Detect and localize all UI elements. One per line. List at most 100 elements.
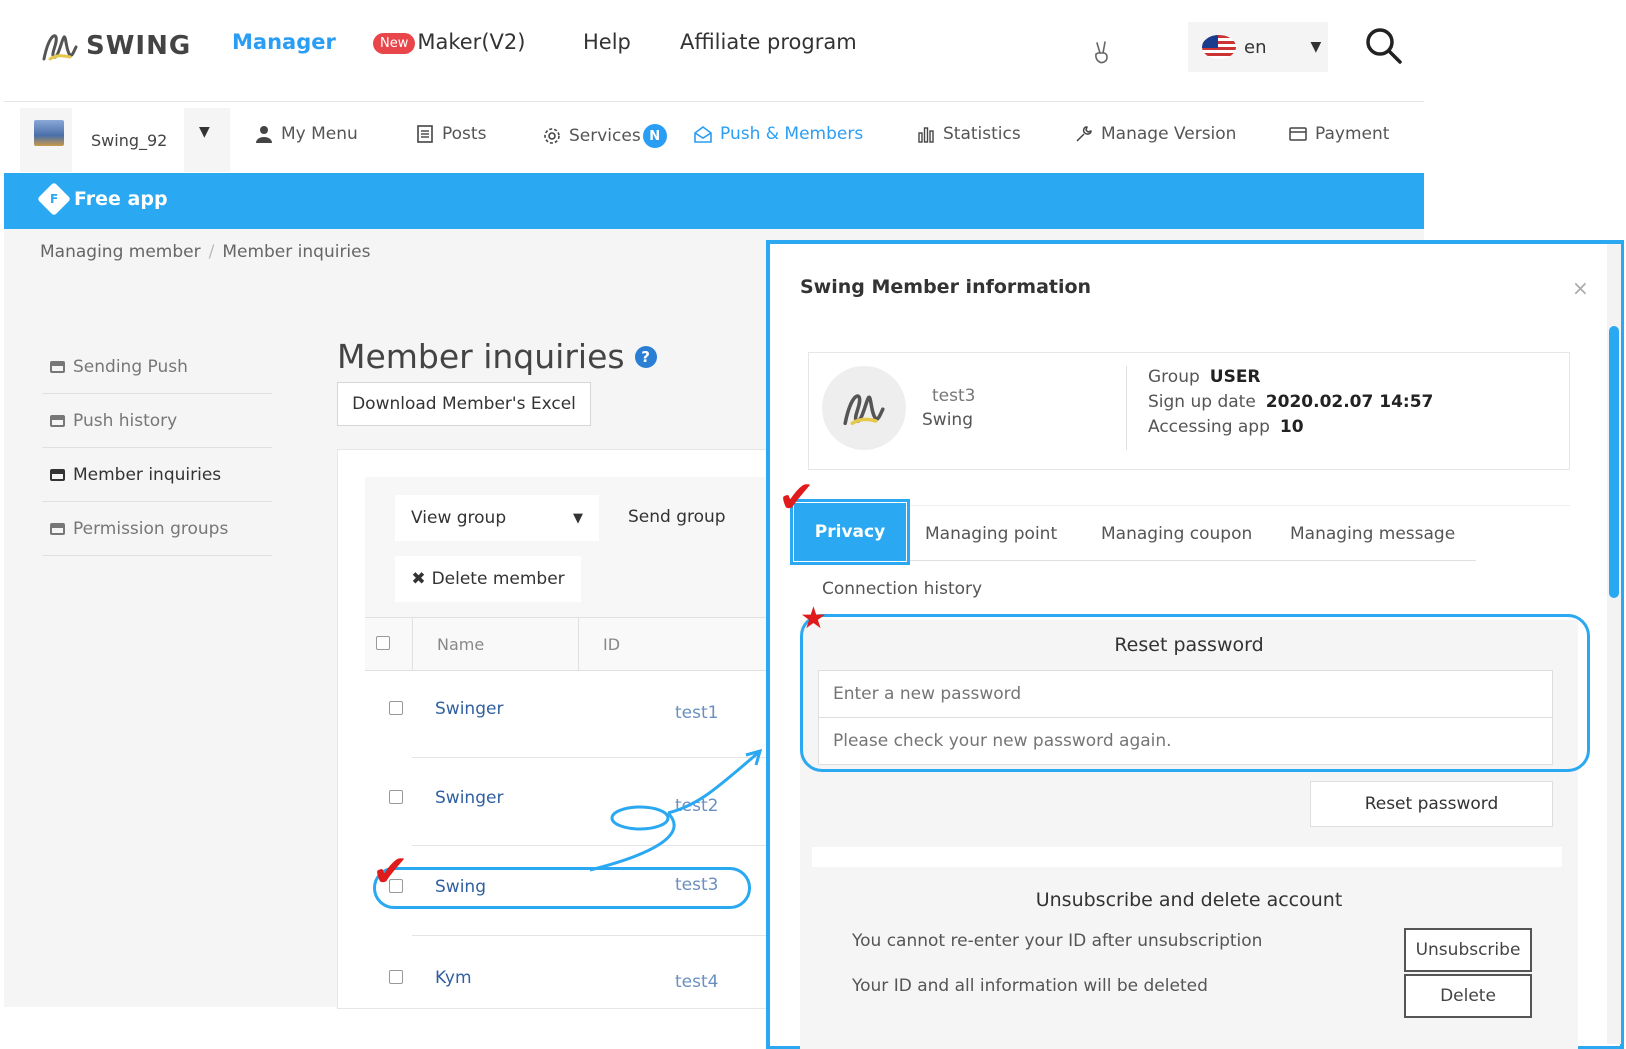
sidebar-item-sending-push[interactable]: Sending Push — [42, 340, 272, 394]
group-label: Group — [1148, 367, 1200, 387]
modal-title: Swing Member information — [800, 276, 1092, 298]
swing-logo-icon — [843, 394, 885, 426]
us-flag-icon — [1202, 35, 1236, 59]
language-label: en — [1244, 36, 1267, 58]
sidebar-item-member-inquiries[interactable]: Member inquiries — [42, 448, 272, 502]
nav-manager[interactable]: Manager — [232, 30, 336, 54]
subnav-services[interactable]: Services N — [543, 124, 667, 148]
unsubscribe-button[interactable]: Unsubscribe — [1404, 928, 1532, 972]
unsubscribe-heading: Unsubscribe and delete account — [1035, 889, 1343, 911]
access-value: 10 — [1279, 417, 1304, 437]
reset-password-button[interactable]: Reset password — [1310, 781, 1553, 827]
tab-managing-coupon[interactable]: Managing coupon — [1101, 524, 1252, 544]
new-badge: New — [373, 32, 416, 54]
free-app-label: F Free app — [37, 182, 168, 216]
subnav-statistics-label: Statistics — [943, 124, 1021, 144]
tab-managing-point[interactable]: Managing point — [925, 524, 1057, 544]
unsubscribe-note-2: Your ID and all information will be dele… — [852, 976, 1208, 996]
chevron-down-icon: ▼ — [1310, 39, 1322, 55]
app-name: Swing_92 — [91, 131, 168, 150]
page-title: Member inquiries ? — [337, 337, 657, 376]
subnav-push-members[interactable]: Push & Members — [694, 124, 863, 144]
view-group-dropdown[interactable]: View group ▼ — [395, 495, 599, 541]
delete-button[interactable]: Delete — [1404, 974, 1532, 1018]
modal-scrollbar-thumb[interactable] — [1609, 326, 1619, 598]
logo-text: SWING — [86, 31, 192, 61]
member-signup-date: Sign up date 2020.02.07 14:57 — [1148, 392, 1433, 412]
row-name[interactable]: Kym — [435, 968, 472, 988]
row-id[interactable]: test1 — [675, 703, 718, 723]
subnav-payment[interactable]: Payment — [1289, 124, 1389, 144]
sidebar-item-permission-groups[interactable]: Permission groups — [42, 502, 272, 556]
breadcrumb-parent[interactable]: Managing member — [40, 242, 201, 262]
wrench-icon — [1076, 126, 1092, 142]
row-checkbox[interactable] — [389, 790, 403, 804]
download-excel-button[interactable]: Download Member's Excel — [337, 382, 591, 426]
annotation-arrow-icon — [589, 748, 763, 872]
credit-card-icon — [1289, 127, 1307, 141]
subnav-push-members-label: Push & Members — [720, 124, 864, 144]
nav-maker-label: Maker(V2) — [417, 30, 526, 54]
app-selector-chevron-icon[interactable]: ▼ — [199, 124, 210, 140]
row-divider — [412, 935, 767, 936]
row-id[interactable]: test4 — [675, 972, 718, 992]
tray-icon — [50, 360, 65, 373]
delete-member-label: Delete member — [431, 569, 565, 589]
breadcrumb: Managing member / Member inquiries — [40, 242, 370, 262]
row-name[interactable]: Swinger — [435, 699, 503, 719]
reset-password-highlight — [800, 614, 1590, 772]
nav-maker[interactable]: New Maker(V2) — [373, 30, 525, 54]
help-icon[interactable]: ? — [634, 345, 657, 368]
search-icon[interactable] — [1364, 26, 1404, 71]
subnav-manage-version-label: Manage Version — [1101, 124, 1237, 144]
member-name: Swing — [922, 410, 973, 430]
app-thumbnail — [34, 120, 64, 146]
avatar — [822, 366, 906, 450]
row-name[interactable]: Swinger — [435, 788, 503, 808]
member-group: Group USER — [1148, 367, 1261, 387]
sidebar-item-label: Permission groups — [73, 518, 229, 539]
row-checkbox[interactable] — [389, 970, 403, 984]
column-header-name: Name — [437, 635, 485, 654]
subnav-manage-version[interactable]: Manage Version — [1075, 124, 1236, 144]
app-plan-bar — [4, 173, 1424, 229]
subnav-statistics[interactable]: Statistics — [917, 124, 1021, 144]
sidebar-item-label: Push history — [73, 410, 178, 431]
tray-icon — [50, 468, 65, 481]
subnav-my-menu[interactable]: My Menu — [255, 124, 358, 144]
member-id: test3 — [932, 386, 976, 406]
swing-logo[interactable]: SWING — [40, 26, 191, 66]
select-all-checkbox[interactable] — [376, 636, 390, 650]
subnav-payment-label: Payment — [1315, 124, 1390, 144]
tabs-top-divider — [808, 505, 1570, 506]
sidebar-item-push-history[interactable]: Push history — [42, 394, 272, 448]
free-app-text: Free app — [74, 188, 168, 210]
peace-hand-icon[interactable] — [1092, 40, 1112, 71]
user-icon — [256, 126, 272, 143]
close-icon[interactable]: × — [1572, 276, 1589, 300]
subnav-posts[interactable]: Posts — [416, 124, 486, 144]
tab-managing-message[interactable]: Managing message — [1290, 524, 1455, 544]
view-group-label: View group — [411, 508, 507, 528]
table-header — [365, 617, 767, 671]
delete-member-button[interactable]: ✖ Delete member — [395, 556, 581, 602]
group-value: USER — [1209, 367, 1261, 387]
document-list-icon — [417, 125, 433, 143]
access-label: Accessing app — [1148, 417, 1270, 437]
free-badge-icon: F — [37, 182, 71, 216]
nav-affiliate[interactable]: Affiliate program — [680, 30, 857, 54]
tray-icon — [50, 522, 65, 535]
tab-connection-history[interactable]: Connection history — [822, 579, 982, 599]
subnav-my-menu-label: My Menu — [281, 124, 358, 144]
gear-icon — [544, 128, 560, 144]
red-star-icon: ★ — [800, 601, 827, 636]
sidebar-item-label: Sending Push — [73, 356, 188, 377]
page-title-text: Member inquiries — [337, 337, 625, 376]
nav-help[interactable]: Help — [583, 30, 631, 54]
send-group-button[interactable]: Send group — [628, 507, 726, 527]
tray-icon — [50, 414, 65, 427]
bar-chart-icon — [918, 127, 934, 143]
row-checkbox[interactable] — [389, 701, 403, 715]
sidebar-item-label: Member inquiries — [73, 464, 222, 485]
language-selector[interactable]: en ▼ — [1188, 22, 1328, 72]
